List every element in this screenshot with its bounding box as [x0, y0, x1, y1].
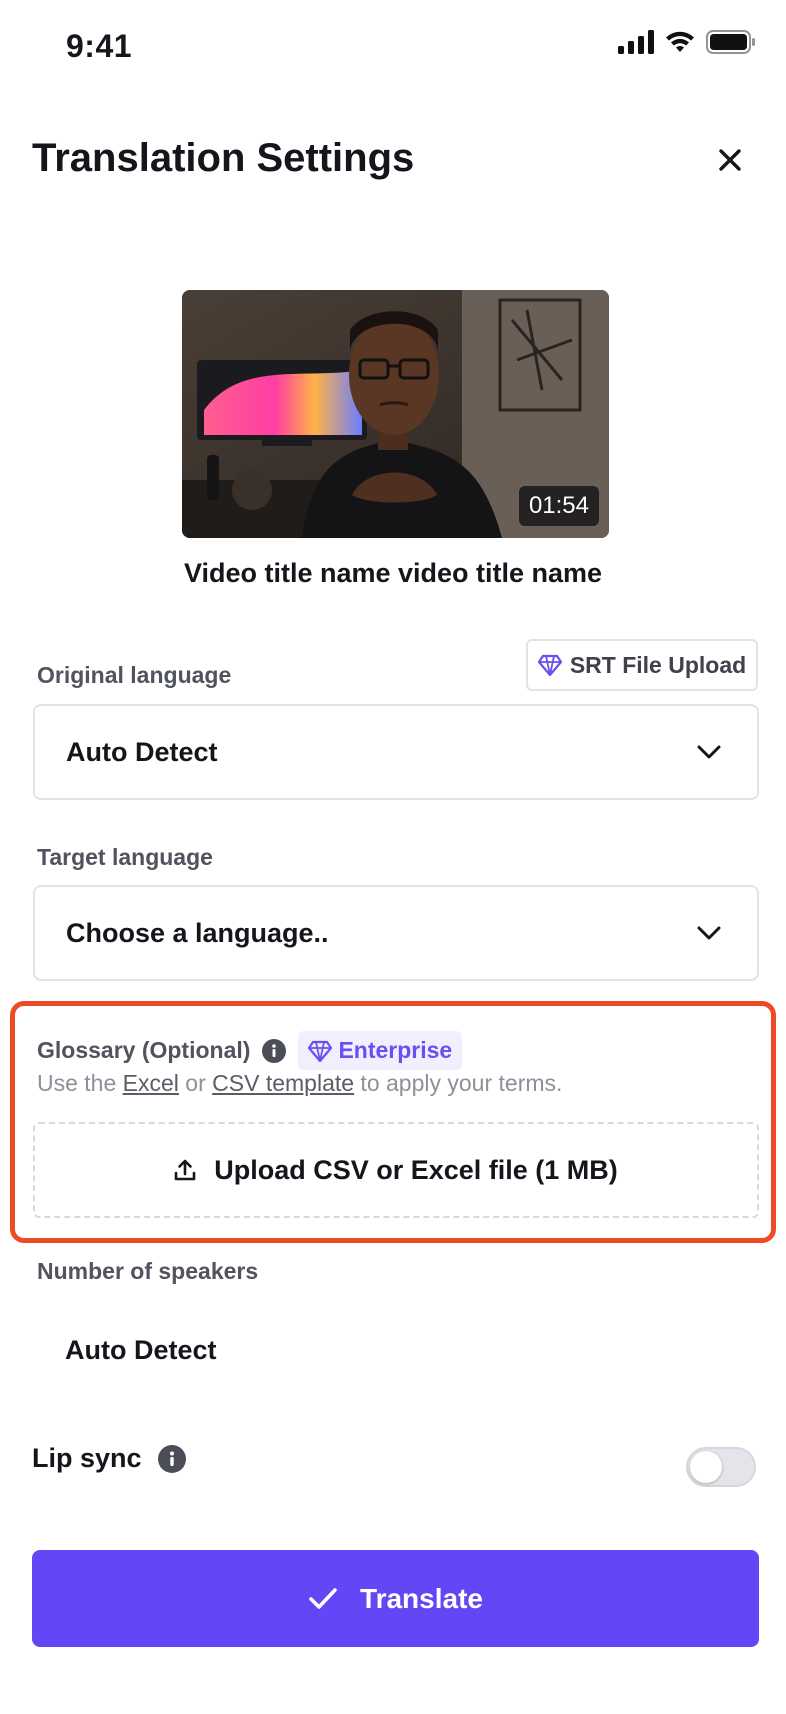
csv-template-link[interactable]: CSV template [212, 1070, 354, 1096]
video-duration: 01:54 [518, 486, 599, 526]
glossary-header: Glossary (Optional) Enterprise [37, 1031, 463, 1070]
target-language-label: Target language [37, 844, 213, 870]
cellular-signal-icon [618, 30, 654, 54]
lip-sync-row: Lip sync [32, 1443, 186, 1474]
glossary-help-or: or [178, 1070, 213, 1096]
speakers-value[interactable]: Auto Detect [65, 1335, 217, 1366]
chevron-down-icon [697, 745, 721, 759]
upload-icon [174, 1159, 196, 1181]
speakers-label: Number of speakers [37, 1258, 259, 1284]
toggle-knob [690, 1451, 722, 1483]
info-icon[interactable] [157, 1444, 186, 1473]
video-thumbnail[interactable]: 01:54 [182, 290, 609, 538]
target-language-value: Choose a language.. [66, 917, 329, 948]
chevron-down-icon [697, 926, 721, 940]
lip-sync-label: Lip sync [32, 1443, 142, 1473]
glossary-upload-label: Upload CSV or Excel file (1 MB) [214, 1154, 618, 1185]
enterprise-badge: Enterprise [298, 1031, 463, 1070]
glossary-upload-dropzone[interactable]: Upload CSV or Excel file (1 MB) [33, 1122, 759, 1218]
glossary-help-prefix: Use the [37, 1070, 123, 1096]
diamond-icon [308, 1040, 333, 1062]
video-title: Video title name video title name [183, 558, 603, 588]
glossary-help-suffix: to apply your terms. [354, 1070, 563, 1096]
close-icon [719, 149, 741, 171]
enterprise-badge-label: Enterprise [338, 1037, 453, 1063]
translate-button-label: Translate [360, 1582, 483, 1614]
original-language-select[interactable]: Auto Detect [33, 704, 759, 800]
glossary-info-icon[interactable] [262, 1038, 287, 1063]
checkmark-icon [309, 1587, 337, 1609]
translate-button[interactable]: Translate [32, 1550, 759, 1647]
srt-file-upload-label: SRT File Upload [569, 651, 747, 678]
lip-sync-toggle[interactable] [686, 1447, 756, 1487]
srt-file-upload-button[interactable]: SRT File Upload [526, 639, 758, 691]
close-button[interactable] [710, 140, 750, 180]
diamond-icon [537, 654, 562, 676]
glossary-help-text: Use the Excel or CSV template to apply y… [37, 1070, 562, 1097]
glossary-label: Glossary (Optional) [37, 1037, 251, 1063]
target-language-select[interactable]: Choose a language.. [33, 885, 759, 981]
original-language-value: Auto Detect [66, 736, 218, 767]
status-time: 9:41 [66, 28, 133, 64]
page-title: Translation Settings [32, 136, 415, 180]
glossary-section: Glossary (Optional) Enterprise Use the E… [10, 1001, 776, 1243]
original-language-label: Original language [37, 662, 232, 688]
excel-template-link[interactable]: Excel [123, 1070, 179, 1096]
wifi-icon [666, 31, 694, 52]
status-icons [618, 30, 756, 54]
battery-icon [706, 30, 755, 54]
